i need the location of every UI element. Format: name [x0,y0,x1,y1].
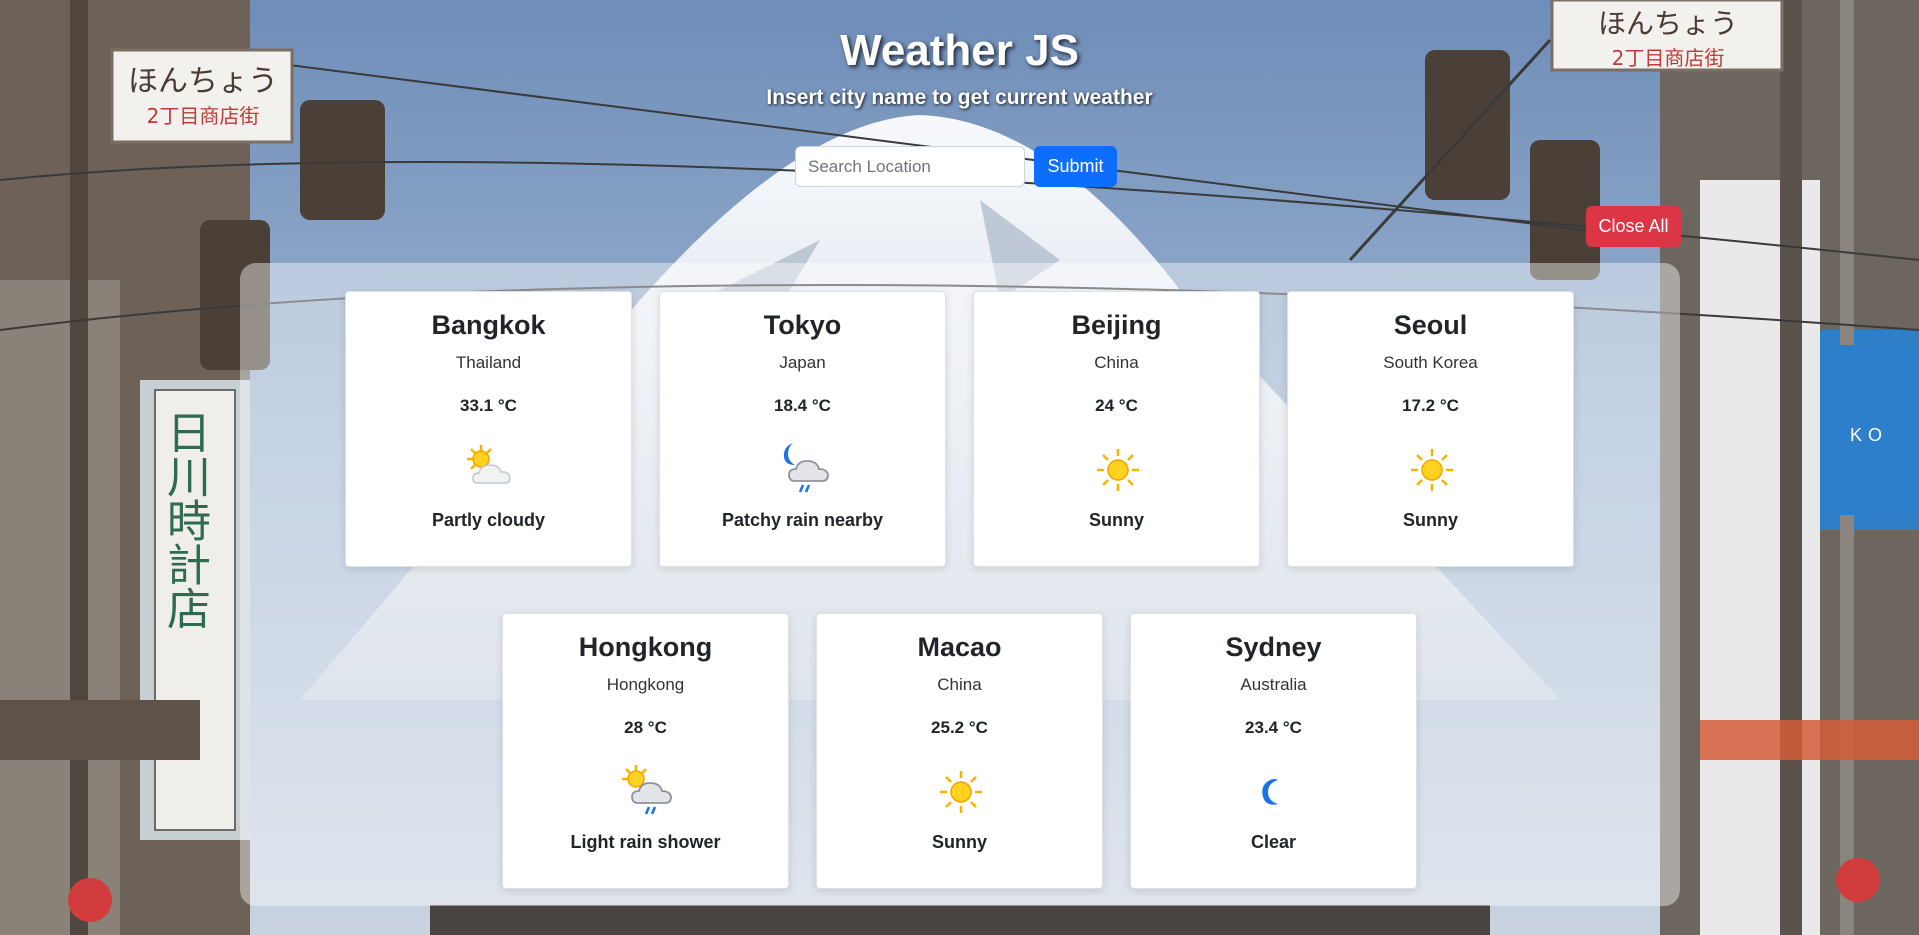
page-subtitle: Insert city name to get current weather [766,86,1153,109]
card-condition: Clear [1250,832,1297,852]
card-city: Tokyo [763,310,842,340]
card-temperature: 23.4 °C [1245,718,1302,737]
close-all-button[interactable]: Close All [1586,206,1681,247]
card-city: Bangkok [431,310,546,340]
background-blue-sign: KO [1850,425,1889,445]
card-country: South Korea [1383,353,1478,372]
weather-card[interactable]: Tokyo Japan 18.4 °C Patchy rain nearby [659,291,946,567]
page-title: Weather JS [840,26,1079,75]
card-country: Hongkong [606,675,685,694]
night-rain-icon [783,443,829,493]
card-temperature: 28 °C [624,718,667,737]
card-temperature: 17.2 °C [1402,396,1459,415]
card-temperature: 33.1 °C [460,396,517,415]
card-city: Seoul [1393,310,1468,340]
card-condition: Sunny [1402,510,1458,530]
weather-card[interactable]: Seoul South Korea 17.2 °C Sunny [1287,291,1574,567]
card-condition: Sunny [1088,510,1144,530]
sun-icon [1411,449,1453,491]
card-condition: Partly cloudy [431,510,546,530]
weather-card[interactable]: Hongkong Hongkong 28 °C Light rain showe… [502,613,789,889]
card-temperature: 25.2 °C [931,718,988,737]
card-condition: Sunny [931,832,987,852]
card-condition: Light rain shower [570,832,721,852]
partly-cloudy-icon [467,445,511,484]
card-city: Beijing [1071,310,1162,340]
card-city: Sydney [1225,632,1322,662]
card-country: China [937,675,982,694]
background-vertical-sign: 日川時計店 [159,410,210,630]
card-country: Thailand [455,353,522,372]
sun-icon [1097,449,1139,491]
weather-card[interactable]: Bangkok Thailand 33.1 °C Partly cloudy [345,291,632,567]
search-input[interactable] [795,146,1025,187]
sun-icon [940,771,982,813]
card-temperature: 18.4 °C [774,396,831,415]
sun-rain-icon [622,765,672,815]
moon-icon [1262,779,1278,805]
card-country: China [1094,353,1139,372]
weather-cards-panel: Bangkok Thailand 33.1 °C Partly cloudy T… [240,263,1680,906]
card-country: Japan [779,353,826,372]
weather-card[interactable]: Sydney Australia 23.4 °C Clear [1130,613,1417,889]
weather-card[interactable]: Macao China 25.2 °C Sunny [816,613,1103,889]
submit-button[interactable]: Submit [1034,146,1117,187]
weather-card[interactable]: Beijing China 24 °C Sunny [973,291,1260,567]
card-condition: Patchy rain nearby [721,510,884,530]
card-country: Australia [1240,675,1307,694]
card-city: Hongkong [578,632,713,662]
card-temperature: 24 °C [1095,396,1138,415]
card-city: Macao [917,632,1002,662]
